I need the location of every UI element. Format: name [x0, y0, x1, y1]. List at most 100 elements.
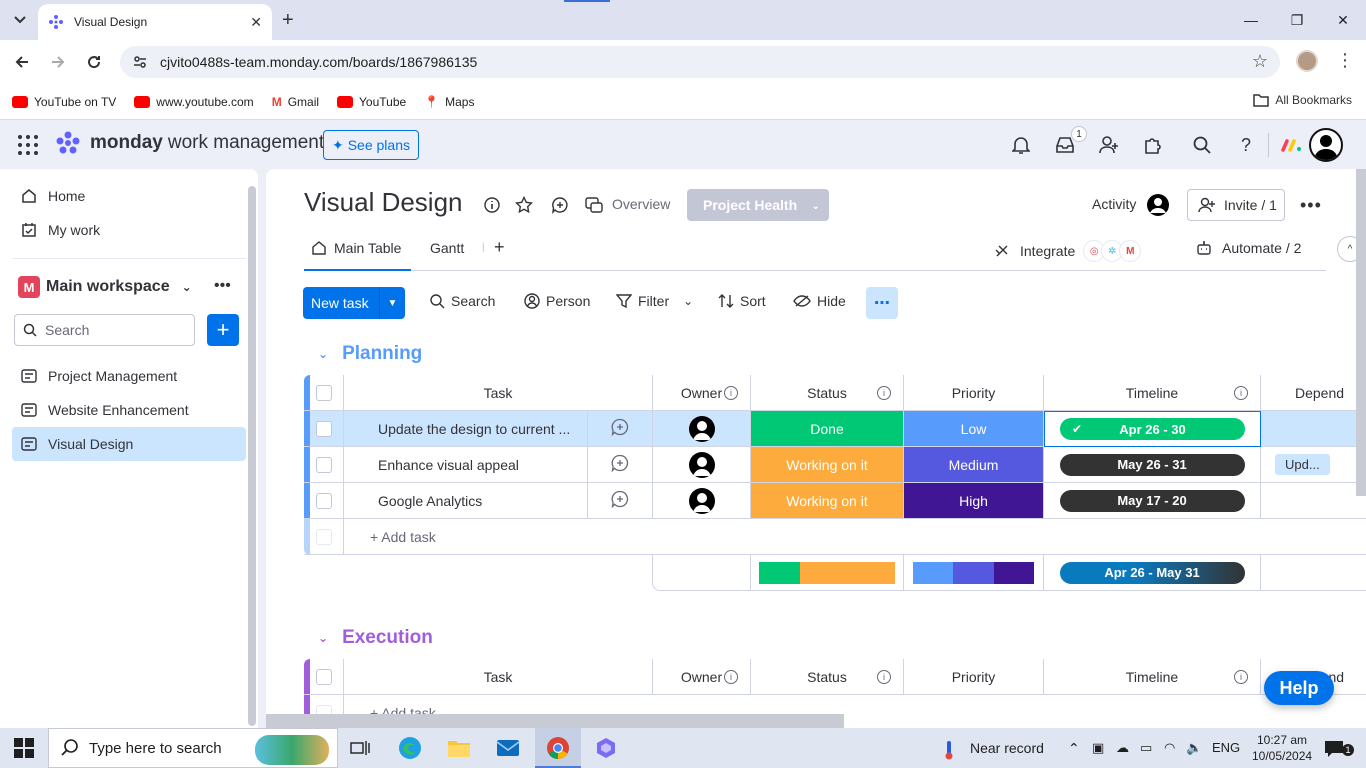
column-header-priority[interactable]: Priority — [904, 375, 1044, 411]
vertical-scrollbar[interactable] — [1356, 169, 1366, 496]
status-cell[interactable]: Working on it — [751, 483, 904, 519]
column-header-status[interactable]: Status i — [751, 659, 904, 695]
add-update-button[interactable] — [588, 483, 653, 519]
status-summary[interactable] — [751, 555, 904, 590]
column-header-owner[interactable]: Owner i — [653, 659, 751, 695]
sort-tool[interactable]: Sort — [718, 293, 766, 309]
checkbox[interactable] — [315, 668, 332, 685]
task-name-cell[interactable]: Update the design to current ... — [344, 411, 588, 447]
column-header-timeline[interactable]: Timeline i — [1044, 375, 1261, 411]
owner-cell[interactable] — [653, 447, 751, 483]
add-update-button[interactable] — [588, 447, 653, 483]
dependency-cell[interactable] — [1261, 411, 1366, 447]
priority-cell[interactable]: High — [904, 483, 1044, 519]
see-plans-button[interactable]: ✦ See plans — [323, 130, 419, 160]
add-task-row[interactable]: + Add task — [304, 519, 1366, 555]
add-update-icon[interactable] — [611, 418, 629, 439]
meet-now-icon[interactable]: ▣ — [1092, 740, 1104, 756]
task-view-icon[interactable] — [346, 734, 374, 762]
chevron-down-icon[interactable]: ⌄ — [683, 294, 693, 308]
restore-button[interactable]: ❐ — [1274, 0, 1320, 40]
timeline-summary[interactable]: Apr 26 - May 31 — [1044, 555, 1261, 590]
integrate-button[interactable]: Integrate ◎ ✲ M — [994, 240, 1142, 262]
sidebar-search-input[interactable]: Search — [14, 314, 195, 346]
column-header-task[interactable]: Task — [344, 375, 653, 411]
owner-cell[interactable] — [653, 483, 751, 519]
forward-button[interactable] — [46, 50, 70, 74]
search-icon[interactable] — [1190, 133, 1214, 157]
monday-products-icon[interactable] — [1280, 133, 1304, 157]
sidebar-item-home[interactable]: Home — [12, 179, 246, 213]
site-settings-icon[interactable] — [132, 54, 148, 70]
select-all-checkbox[interactable] — [304, 659, 344, 695]
help-question-icon[interactable]: ? — [1234, 133, 1258, 157]
info-icon[interactable]: i — [724, 670, 738, 684]
browser-tab[interactable]: Visual Design ✕ — [38, 4, 272, 40]
help-button[interactable]: Help — [1264, 671, 1334, 705]
updates-chat-icon[interactable] — [550, 195, 570, 215]
volume-icon[interactable]: 🔈 — [1186, 740, 1202, 756]
new-task-dropdown-icon[interactable]: ▼ — [379, 287, 405, 319]
status-cell[interactable]: Done — [751, 411, 904, 447]
file-explorer-icon[interactable] — [445, 734, 473, 762]
row-checkbox-cell[interactable] — [304, 411, 344, 447]
add-board-button[interactable]: + — [207, 314, 239, 346]
chrome-icon[interactable] — [544, 734, 572, 762]
filter-tool[interactable]: Filter ⌄ — [616, 293, 693, 309]
group-title-planning[interactable]: ⌄ Planning — [318, 343, 422, 365]
priority-cell[interactable]: Low — [904, 411, 1044, 447]
activity-button[interactable]: Activity — [1092, 196, 1136, 212]
column-header-task[interactable]: Task — [344, 659, 653, 695]
timeline-cell[interactable]: ✔ Apr 26 - 30 — [1044, 411, 1261, 447]
mail-icon[interactable] — [494, 734, 522, 762]
owner-cell[interactable] — [653, 411, 751, 447]
add-task-input[interactable]: + Add task — [344, 519, 1366, 555]
taskbar-search-input[interactable]: Type here to search — [48, 728, 338, 768]
chevron-down-icon[interactable]: ⌄ — [318, 347, 328, 361]
priority-cell[interactable]: Medium — [904, 447, 1044, 483]
invite-members-icon[interactable] — [1097, 133, 1121, 157]
task-name-cell[interactable]: Google Analytics — [344, 483, 588, 519]
add-update-icon[interactable] — [611, 454, 629, 475]
bookmark-youtube-com[interactable]: www.youtube.com — [134, 95, 254, 109]
select-all-checkbox[interactable] — [304, 375, 344, 411]
profile-avatar[interactable] — [1296, 50, 1318, 72]
apps-puzzle-icon[interactable] — [1141, 133, 1165, 157]
bookmark-youtube[interactable]: YouTube — [337, 95, 406, 109]
info-icon[interactable]: i — [877, 670, 891, 684]
sidebar-item-my-work[interactable]: My work — [12, 213, 246, 247]
priority-summary[interactable] — [904, 555, 1044, 590]
app-logo[interactable]: monday work management — [54, 131, 324, 155]
close-window-button[interactable]: ✕ — [1320, 0, 1366, 40]
project-health-button[interactable]: Project Health ⌄ — [687, 189, 829, 221]
copilot-icon[interactable] — [592, 734, 620, 762]
more-tools-button[interactable]: ⋯ — [866, 287, 898, 319]
hide-tool[interactable]: Hide — [793, 293, 846, 309]
bookmark-gmail[interactable]: M Gmail — [272, 95, 319, 109]
reload-button[interactable] — [82, 50, 106, 74]
weather-text[interactable]: Near record — [970, 740, 1044, 756]
checkbox[interactable] — [315, 456, 332, 473]
sidebar-item-project-management[interactable]: Project Management — [12, 359, 246, 393]
bookmark-maps[interactable]: 📍 Maps — [424, 95, 474, 109]
bookmark-youtube-tv[interactable]: YouTube on TV — [12, 95, 116, 109]
table-row[interactable]: Google Analytics Working on it High May … — [304, 483, 1366, 519]
info-icon[interactable]: i — [877, 386, 891, 400]
new-task-button[interactable]: New task ▼ — [303, 287, 405, 319]
new-tab-button[interactable]: + — [282, 8, 294, 32]
group-name[interactable]: Planning — [342, 343, 422, 365]
table-row[interactable]: Update the design to current ... Done Lo… — [304, 411, 1366, 447]
dependency-cell[interactable]: Upd... — [1261, 447, 1366, 483]
tab-main-table[interactable]: Main Table — [303, 240, 412, 271]
board-more-icon[interactable]: ••• — [1300, 195, 1322, 216]
tab-gantt[interactable]: Gantt — [430, 240, 464, 256]
add-update-button[interactable] — [588, 411, 653, 447]
task-name-cell[interactable]: Enhance visual appeal — [344, 447, 588, 483]
sidebar-scrollbar[interactable] — [248, 186, 256, 726]
status-cell[interactable]: Working on it — [751, 447, 904, 483]
workspace-more-icon[interactable]: ••• — [214, 277, 231, 295]
table-row[interactable]: Enhance visual appeal Working on it Medi… — [304, 447, 1366, 483]
system-clock[interactable]: 10:27 am 10/05/2024 — [1252, 732, 1312, 764]
windows-start-button[interactable] — [14, 738, 34, 761]
sidebar-item-visual-design[interactable]: Visual Design — [12, 427, 246, 461]
